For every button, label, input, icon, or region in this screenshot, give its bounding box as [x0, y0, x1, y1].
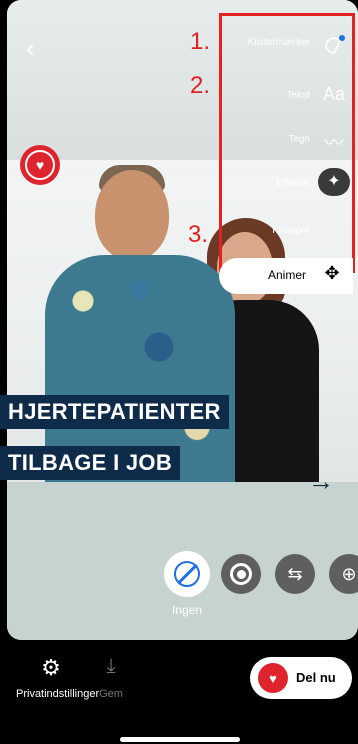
man-head: [95, 170, 169, 260]
text-aa-icon[interactable]: Aa: [319, 84, 349, 105]
toolbar-label-effects[interactable]: Effekter: [250, 178, 310, 189]
home-indicator[interactable]: [120, 737, 240, 742]
filter-none-label: Ingen: [171, 603, 203, 617]
filter-none-button[interactable]: [164, 551, 210, 597]
title-line-2[interactable]: TILBAGE I JOB: [0, 446, 181, 480]
toolbar-label-buttons[interactable]: Knapper: [250, 225, 310, 236]
save-label[interactable]: Gem: [98, 688, 124, 700]
download-icon[interactable]: ⤓: [98, 655, 124, 678]
animate-label[interactable]: Animer: [268, 268, 306, 282]
annotation-number-3: 3.: [188, 221, 209, 248]
annotation-number-1: 1.: [190, 28, 211, 55]
filter-record-button[interactable]: [221, 554, 261, 594]
draw-icon[interactable]: 〰: [319, 128, 349, 155]
share-now-label[interactable]: Del nu: [296, 670, 336, 685]
arrow-right-icon: →: [308, 466, 334, 496]
effects-icon[interactable]: ✦: [318, 168, 350, 196]
title-line-1[interactable]: HJERTEPATIENTER: [0, 395, 229, 429]
privacy-settings-label[interactable]: Privatindstillinger: [16, 688, 99, 701]
move-arrows-icon[interactable]: ✥: [322, 263, 342, 284]
toolbar-label-text[interactable]: Tekst: [250, 90, 310, 101]
heart-logo-icon: ♥: [258, 663, 288, 693]
toolbar-label-draw[interactable]: Tegn: [250, 134, 310, 145]
record-icon: [230, 563, 252, 585]
annotation-number-2: 2.: [190, 72, 211, 99]
chevron-left-icon[interactable]: ‹: [26, 33, 35, 64]
toolbar-label-stickers[interactable]: Klistermærker: [228, 37, 310, 48]
gear-icon[interactable]: ⚙: [38, 655, 64, 681]
sticker-icon[interactable]: [319, 34, 349, 64]
link-icon[interactable]: ∞: [319, 219, 349, 241]
swap-icon[interactable]: ⇆: [275, 554, 315, 594]
heart-logo-icon[interactable]: ♥: [20, 145, 60, 185]
none-icon: [174, 561, 200, 587]
